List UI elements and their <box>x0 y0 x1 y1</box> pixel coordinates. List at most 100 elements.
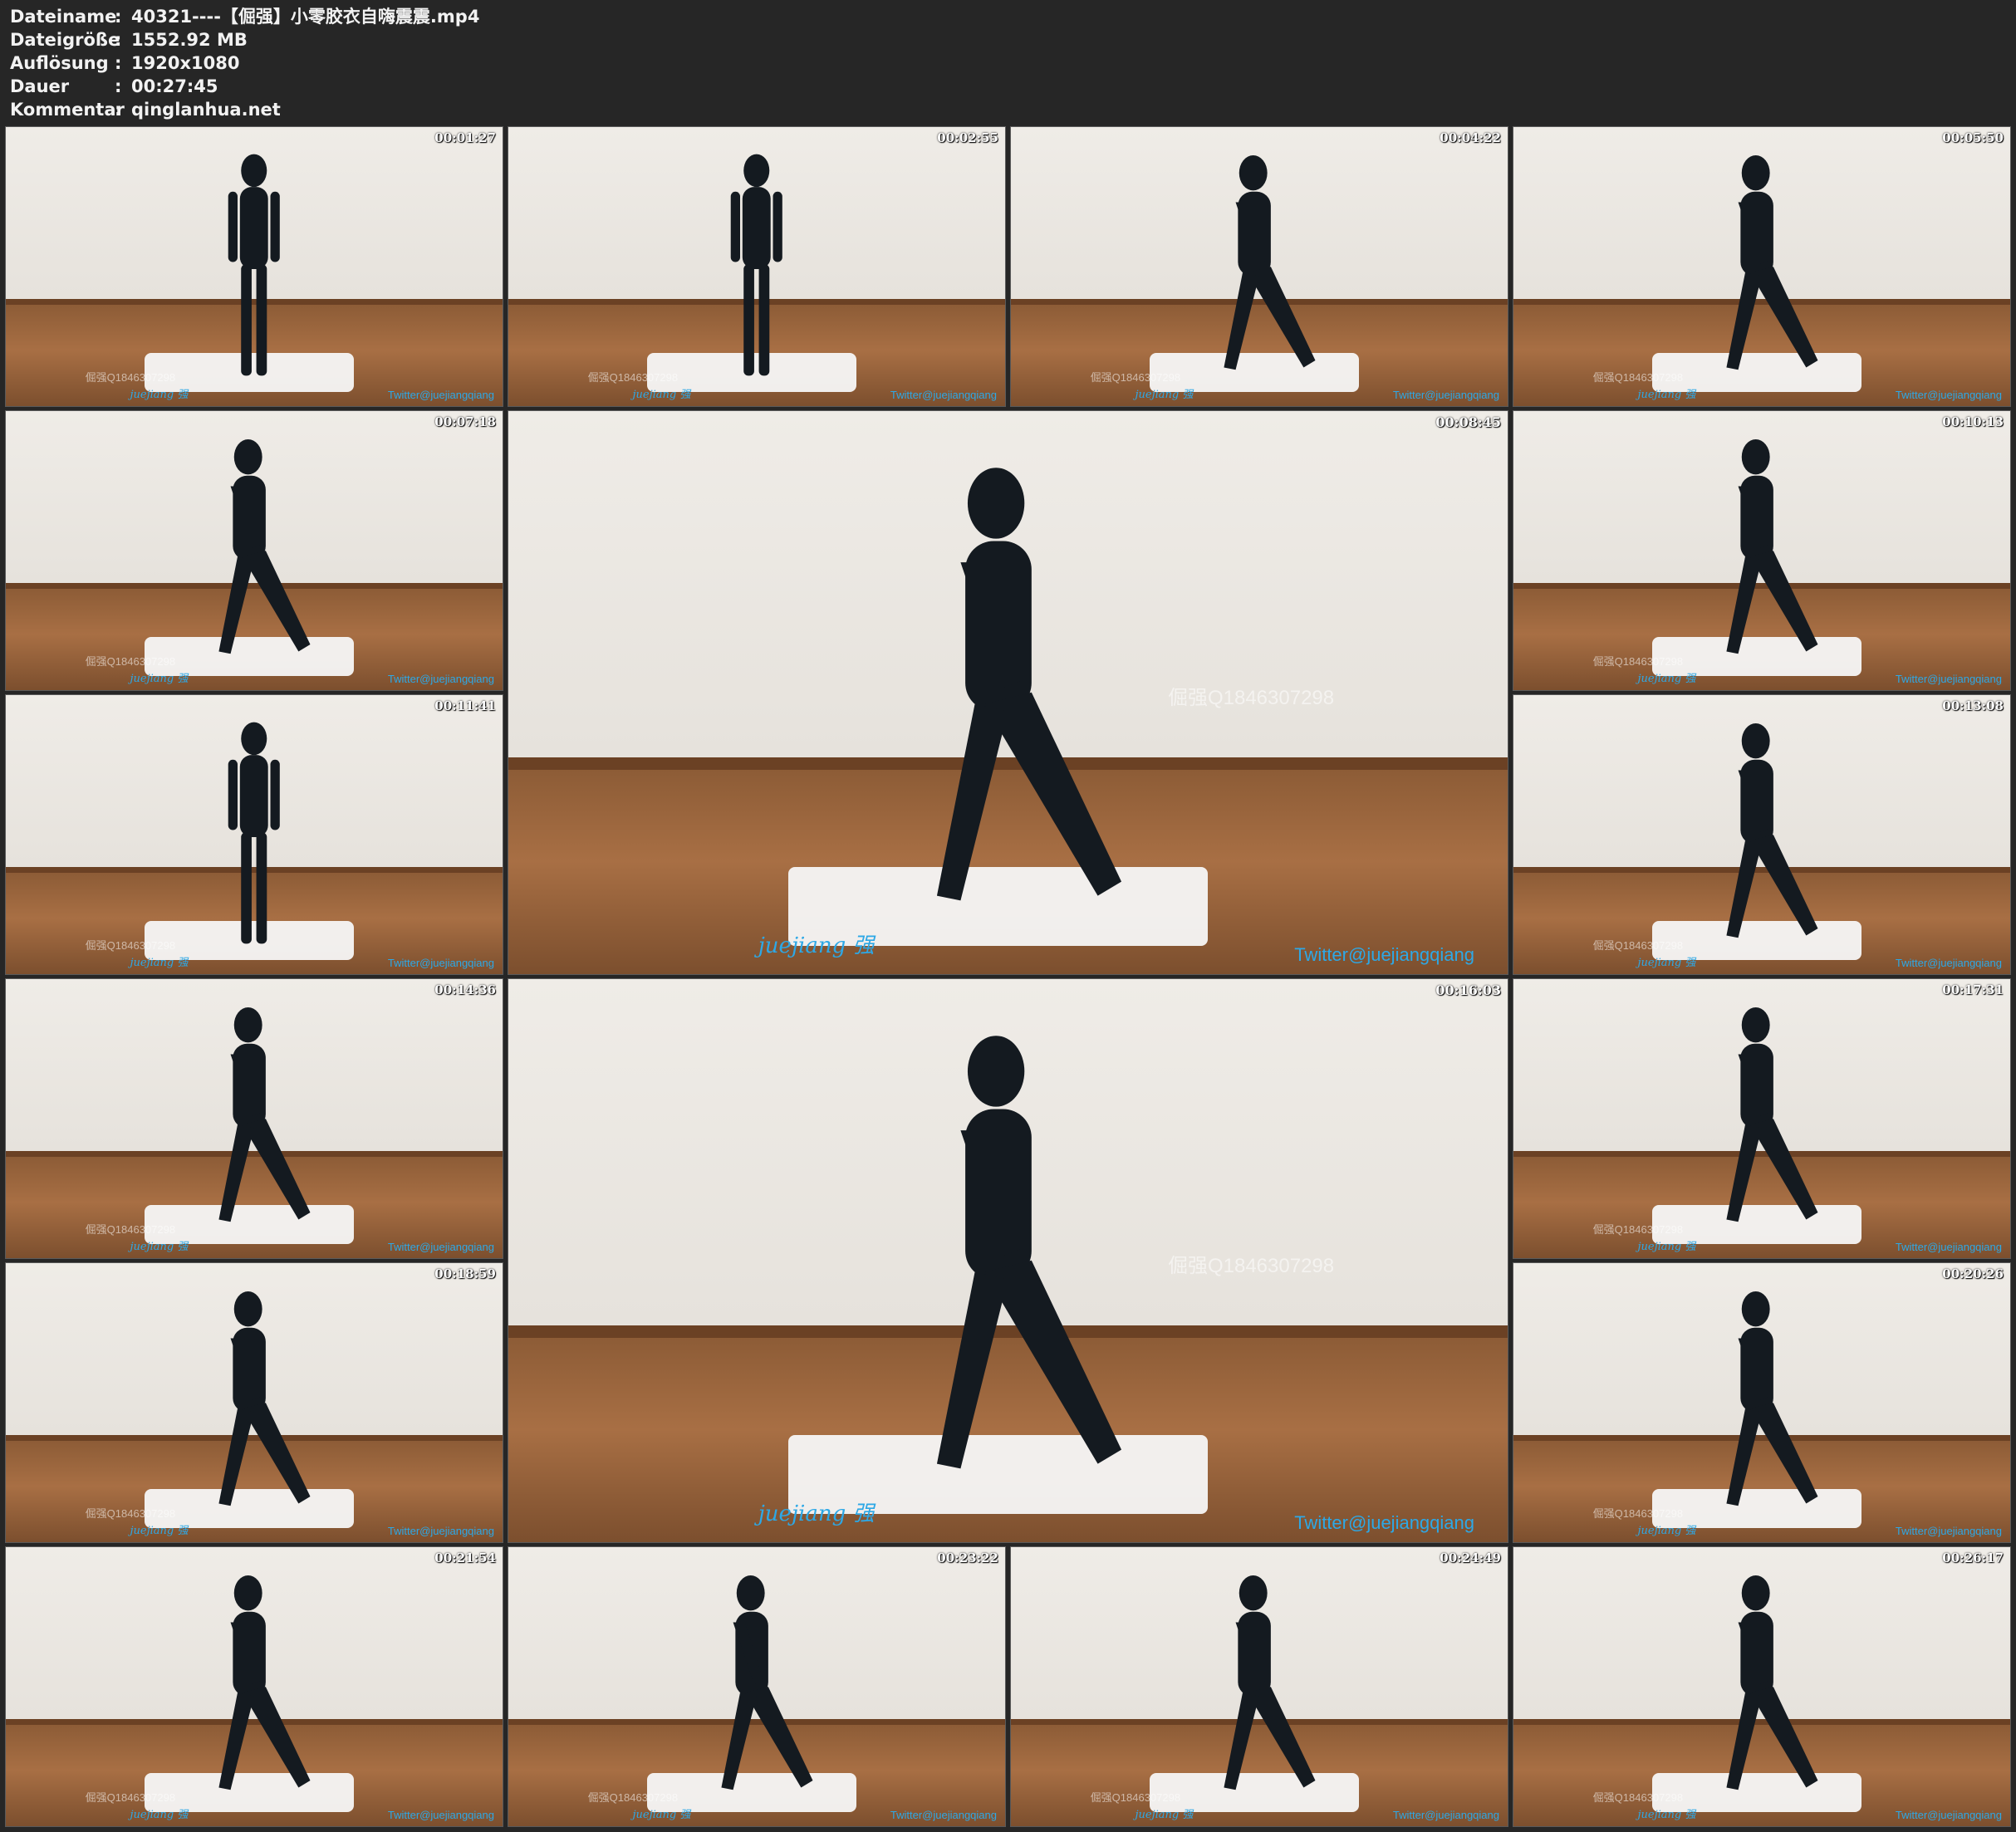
twitter-watermark: Twitter@juejiangqiang <box>1294 944 1474 965</box>
video-thumbnail[interactable]: 00:18:59 Twitter@juejiangqiang juejiang 强 倔… <box>5 1262 503 1543</box>
thumbnail-timestamp: 00:20:26 <box>1942 1266 2004 1281</box>
thumbnail-timestamp: 00:01:27 <box>434 130 496 145</box>
video-thumbnail[interactable]: 00:07:18 Twitter@juejiangqiang juejiang 强 倔… <box>5 410 503 691</box>
latex-suit-figure <box>697 1570 817 1804</box>
brand-watermark: juejiang 强 <box>130 389 189 401</box>
thumbnail-timestamp: 00:21:54 <box>434 1550 496 1565</box>
file-info-header: Dateiname : 40321----【倔强】小零胶衣自嗨震震.mp4 Da… <box>0 0 2016 125</box>
video-thumbnail[interactable]: 00:14:36 Twitter@juejiangqiang juejiang 强 倔… <box>5 978 503 1259</box>
twitter-watermark: Twitter@juejiangqiang <box>387 1809 494 1821</box>
latex-suit-figure <box>1702 149 1822 384</box>
video-thumbnail[interactable]: 00:13:08 Twitter@juejiangqiang juejiang 强 倔… <box>1513 694 2011 975</box>
video-thumbnail[interactable]: 00:21:54 Twitter@juejiangqiang juejiang 强 倔… <box>5 1546 503 1827</box>
video-thumbnail[interactable]: 00:24:49 Twitter@juejiangqiang juejiang 强 倔… <box>1010 1546 1508 1827</box>
info-value: 1552.92 MB <box>131 30 248 50</box>
qq-watermark: 倔强Q1846307298 <box>587 371 679 384</box>
info-separator: : <box>115 30 122 50</box>
video-thumbnail[interactable]: 00:08:45 Twitter@juejiangqiang juejiang 强 倔… <box>508 410 1508 975</box>
thumbnail-timestamp: 00:23:22 <box>937 1550 998 1565</box>
qq-watermark: 倔强Q1846307298 <box>85 371 176 384</box>
latex-suit-figure <box>1702 718 1822 952</box>
video-thumbnail[interactable]: 00:17:31 Twitter@juejiangqiang juejiang 强 倔… <box>1513 978 2011 1259</box>
info-value: 00:27:45 <box>131 76 218 96</box>
latex-suit-figure <box>194 149 314 384</box>
twitter-watermark: Twitter@juejiangqiang <box>1895 673 2002 685</box>
video-thumbnail[interactable]: 00:26:17 Twitter@juejiangqiang juejiang 强 倔… <box>1513 1546 2011 1827</box>
qq-watermark: 倔强Q1846307298 <box>1090 371 1181 384</box>
qq-watermark: 倔强Q1846307298 <box>1167 1255 1335 1278</box>
twitter-watermark: Twitter@juejiangqiang <box>890 1809 997 1821</box>
thumbnail-timestamp: 00:07:18 <box>434 414 496 429</box>
twitter-watermark: Twitter@juejiangqiang <box>387 1525 494 1537</box>
video-thumbnail[interactable]: 00:16:03 Twitter@juejiangqiang juejiang 强 倔… <box>508 978 1508 1543</box>
qq-watermark: 倔强Q1846307298 <box>1592 655 1684 668</box>
video-thumbnail[interactable]: 00:02:55 Twitter@juejiangqiang juejiang 强 倔… <box>508 126 1006 407</box>
brand-watermark: juejiang 强 <box>632 389 691 401</box>
brand-watermark: juejiang 强 <box>1135 389 1194 401</box>
latex-suit-figure <box>1199 1570 1319 1804</box>
qq-watermark: 倔强Q1846307298 <box>1592 1223 1684 1236</box>
brand-watermark: juejiang 强 <box>1637 673 1696 685</box>
brand-watermark: juejiang 强 <box>1637 1241 1696 1253</box>
video-thumbnail[interactable]: 00:04:22 Twitter@juejiangqiang juejiang 强 倔… <box>1010 126 1508 407</box>
latex-suit-figure <box>1702 1002 1822 1236</box>
info-label: Dauer <box>10 76 70 96</box>
info-label: Auflösung <box>10 53 109 73</box>
info-separator: : <box>115 100 122 120</box>
video-thumbnail[interactable]: 00:05:50 Twitter@juejiangqiang juejiang 强 倔… <box>1513 126 2011 407</box>
latex-suit-figure <box>1702 1286 1822 1520</box>
thumbnail-timestamp: 00:17:31 <box>1942 982 2004 997</box>
video-thumbnail[interactable]: 00:20:26 Twitter@juejiangqiang juejiang 强 倔… <box>1513 1262 2011 1543</box>
qq-watermark: 倔强Q1846307298 <box>85 1223 176 1236</box>
video-thumbnail[interactable]: 00:23:22 Twitter@juejiangqiang juejiang 强 倔… <box>508 1546 1006 1827</box>
video-thumbnail[interactable]: 00:01:27 Twitter@juejiangqiang juejiang 强 倔… <box>5 126 503 407</box>
qq-watermark: 倔强Q1846307298 <box>1592 1507 1684 1520</box>
twitter-watermark: Twitter@juejiangqiang <box>387 1241 494 1253</box>
qq-watermark: 倔强Q1846307298 <box>1592 1791 1684 1804</box>
twitter-watermark: Twitter@juejiangqiang <box>1895 957 2002 969</box>
info-value: 1920x1080 <box>131 53 240 73</box>
qq-watermark: 倔强Q1846307298 <box>1592 939 1684 952</box>
info-label: Dateiname <box>10 7 117 27</box>
info-separator: : <box>115 53 122 73</box>
video-thumbnail[interactable]: 00:10:13 Twitter@juejiangqiang juejiang 强 倔… <box>1513 410 2011 691</box>
thumbnail-timestamp: 00:08:45 <box>1435 414 1501 430</box>
twitter-watermark: Twitter@juejiangqiang <box>387 957 494 969</box>
info-separator: : <box>115 76 122 96</box>
brand-watermark: juejiang 强 <box>758 1501 875 1526</box>
qq-watermark: 倔强Q1846307298 <box>85 1507 176 1520</box>
latex-suit-figure <box>194 1286 314 1520</box>
twitter-watermark: Twitter@juejiangqiang <box>890 389 997 401</box>
info-separator: : <box>115 7 122 27</box>
brand-watermark: juejiang 强 <box>130 1525 189 1537</box>
qq-watermark: 倔强Q1846307298 <box>85 1791 176 1804</box>
latex-suit-figure <box>194 718 314 952</box>
twitter-watermark: Twitter@juejiangqiang <box>1392 389 1499 401</box>
info-label: Dateigröße <box>10 30 120 50</box>
latex-suit-figure <box>194 1570 314 1804</box>
brand-watermark: juejiang 强 <box>130 673 189 685</box>
brand-watermark: juejiang 强 <box>1135 1809 1194 1821</box>
brand-watermark: juejiang 强 <box>1637 1809 1696 1821</box>
thumbnail-timestamp: 00:13:08 <box>1942 698 2004 713</box>
brand-watermark: juejiang 强 <box>1637 957 1696 969</box>
latex-suit-figure <box>1702 1570 1822 1804</box>
thumbnail-timestamp: 00:10:13 <box>1942 414 2004 429</box>
brand-watermark: juejiang 强 <box>130 957 189 969</box>
thumbnail-timestamp: 00:04:22 <box>1440 130 1501 145</box>
video-thumbnail[interactable]: 00:11:41 Twitter@juejiangqiang juejiang 强 倔… <box>5 694 503 975</box>
latex-suit-figure <box>697 149 817 384</box>
brand-watermark: juejiang 强 <box>758 933 875 958</box>
info-value: 40321----【倔强】小零胶衣自嗨震震.mp4 <box>131 7 480 27</box>
twitter-watermark: Twitter@juejiangqiang <box>1895 1525 2002 1537</box>
twitter-watermark: Twitter@juejiangqiang <box>1895 1241 2002 1253</box>
brand-watermark: juejiang 强 <box>130 1809 189 1821</box>
latex-suit-figure <box>194 1002 314 1236</box>
thumbnail-timestamp: 00:05:50 <box>1942 130 2004 145</box>
brand-watermark: juejiang 强 <box>632 1809 691 1821</box>
thumbnail-timestamp: 00:24:49 <box>1440 1550 1501 1565</box>
brand-watermark: juejiang 强 <box>1637 389 1696 401</box>
twitter-watermark: Twitter@juejiangqiang <box>1392 1809 1499 1821</box>
qq-watermark: 倔强Q1846307298 <box>1167 687 1335 710</box>
twitter-watermark: Twitter@juejiangqiang <box>1895 389 2002 401</box>
